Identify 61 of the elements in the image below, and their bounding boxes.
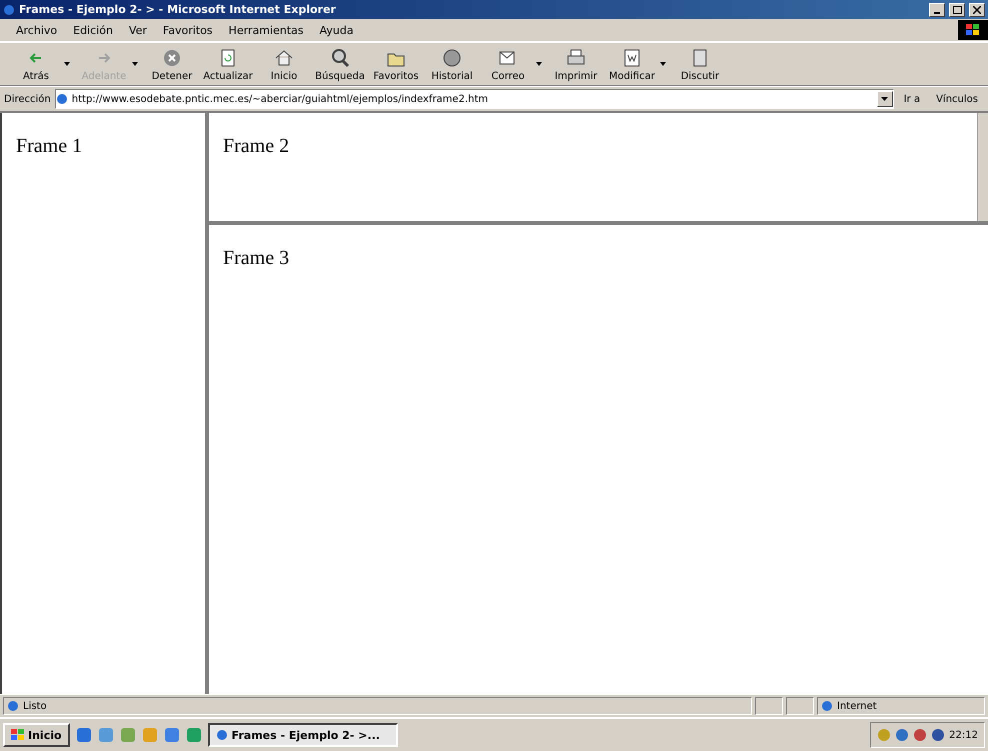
tray-icon[interactable] (895, 728, 910, 742)
caret-icon[interactable] (64, 62, 70, 66)
toolbar-button[interactable]: Atrás (8, 46, 64, 82)
zone-text: Internet (837, 700, 877, 712)
scrollbar[interactable] (977, 113, 988, 221)
toolbar-button[interactable]: Favoritos (368, 46, 424, 82)
tray-icon[interactable] (913, 728, 928, 742)
caret-icon (881, 97, 888, 101)
toolbar-button[interactable]: Discutir (672, 46, 728, 82)
toolbar-button[interactable]: Detener (144, 46, 200, 82)
clock: 22:12 (949, 730, 978, 740)
status-text: Listo (23, 700, 47, 712)
quick-launch-icon[interactable] (76, 727, 92, 743)
taskbar-button[interactable]: Frames - Ejemplo 2- >... (208, 723, 398, 747)
frame-text: Frame 2 (223, 135, 290, 157)
frame-text: Frame 3 (223, 247, 290, 269)
close-button[interactable] (969, 2, 985, 16)
quick-launch-icon[interactable] (164, 727, 180, 743)
menu-item[interactable]: Herramientas (222, 24, 310, 36)
quick-launch-icon[interactable] (186, 727, 202, 743)
quick-launch-icon[interactable] (98, 727, 114, 743)
menu-item[interactable]: Ayuda (313, 24, 360, 36)
menu-item[interactable]: Favoritos (156, 24, 219, 36)
toolbar-button[interactable]: Correo (480, 46, 536, 82)
status-pane (755, 697, 783, 715)
close-icon (973, 6, 981, 14)
status-pane (786, 697, 814, 715)
menu-item[interactable]: Edición (67, 24, 119, 36)
quick-launch-icon[interactable] (120, 727, 136, 743)
browser-icon (216, 729, 228, 741)
magnifier-icon (329, 46, 351, 68)
caret-icon[interactable] (660, 62, 666, 66)
address-label: Dirección (4, 94, 51, 104)
tray-icon[interactable] (931, 728, 946, 742)
menu-item[interactable]: Archivo (10, 24, 64, 36)
windows-logo (958, 20, 988, 40)
globe-icon (441, 46, 463, 68)
page-icon (56, 93, 68, 105)
dropdown-button[interactable] (876, 91, 893, 107)
globe-icon (821, 700, 833, 712)
windows-logo (11, 729, 25, 741)
toolbar-button[interactable]: Búsqueda (312, 46, 368, 82)
address-field[interactable]: http://www.esodebate.pntic.mec.es/~aberciar/guiahtml/ejemplos/indexframe2.htm (54, 89, 894, 109)
toolbar-button[interactable]: Imprimir (548, 46, 604, 82)
start-button[interactable]: Inicio (3, 723, 70, 747)
frame-text: Frame 1 (16, 135, 82, 157)
toolbar-button[interactable]: Actualizar (200, 46, 256, 82)
minimize-button[interactable] (929, 2, 945, 16)
menu-item[interactable]: Ver (122, 24, 153, 36)
window-title: Frames - Ejemplo 2- > - Microsoft Internet Explorer (19, 3, 337, 16)
maximize-icon (952, 6, 962, 14)
minimize-icon (934, 12, 940, 14)
maximize-button[interactable] (949, 2, 965, 16)
links-button[interactable]: Vínculos (930, 94, 984, 104)
caret-icon[interactable] (536, 62, 542, 66)
toolbar-button[interactable]: Historial (424, 46, 480, 82)
browser-icon (3, 4, 15, 16)
go-button[interactable]: Ir a (898, 94, 926, 104)
toolbar-button[interactable]: Inicio (256, 46, 312, 82)
page-icon (7, 700, 19, 712)
toolbar-button[interactable]: Modificar (604, 46, 660, 82)
